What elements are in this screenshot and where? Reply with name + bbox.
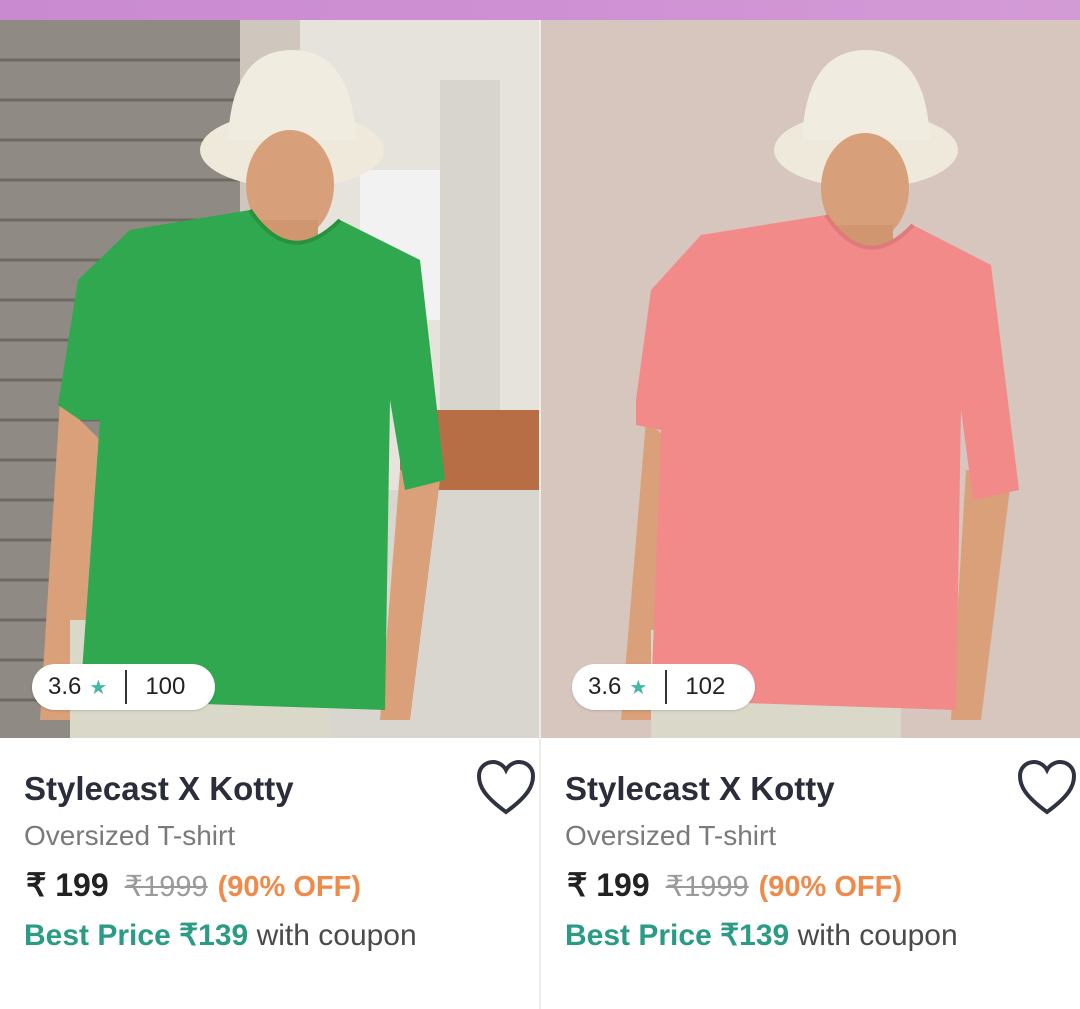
star-icon: ★ (89, 676, 108, 699)
heart-outline-icon[interactable] (476, 760, 536, 816)
best-price-row: Best Price ₹139 with coupon (24, 918, 417, 953)
best-price-row: Best Price ₹139 with coupon (565, 918, 958, 953)
rating-value: 3.6 (588, 673, 622, 700)
product-photo-pink (541, 20, 1080, 738)
product-photo-green (0, 20, 539, 738)
rating-badge: 3.6 ★ 100 (32, 664, 215, 710)
current-price: ₹ 199 (26, 867, 109, 903)
product-brand[interactable]: Stylecast X Kotty (565, 770, 835, 808)
discount-percent: (90% OFF) (217, 871, 362, 903)
star-icon: ★ (629, 676, 648, 699)
best-price-tail: with coupon (789, 919, 958, 952)
best-price-label: Best Price ₹139 (565, 919, 790, 952)
original-price: ₹1999 (124, 871, 208, 903)
price-row: ₹ 199 ₹1999 (90% OFF) (567, 866, 902, 904)
top-accent-bar (0, 0, 1080, 20)
rating-count: 102 (685, 673, 726, 700)
heart-outline-icon[interactable] (1017, 760, 1077, 816)
price-row: ₹ 199 ₹1999 (90% OFF) (26, 866, 361, 904)
product-image[interactable] (0, 20, 539, 738)
product-card[interactable]: 3.6 ★ 102 Stylecast X Kotty Oversized T-… (541, 20, 1080, 1009)
product-card[interactable]: 3.6 ★ 100 Stylecast X Kotty Oversized T-… (0, 20, 539, 1009)
product-subtitle: Oversized T-shirt (24, 820, 236, 851)
rating-separator (665, 670, 668, 704)
best-price-label: Best Price ₹139 (24, 919, 249, 952)
product-image[interactable] (541, 20, 1080, 738)
current-price: ₹ 199 (567, 867, 650, 903)
card-divider (539, 20, 541, 1009)
original-price: ₹1999 (665, 871, 749, 903)
product-subtitle: Oversized T-shirt (565, 820, 777, 851)
best-price-tail: with coupon (248, 919, 417, 952)
rating-badge: 3.6 ★ 102 (572, 664, 755, 710)
rating-separator (125, 670, 128, 704)
rating-value: 3.6 (48, 673, 82, 700)
product-brand[interactable]: Stylecast X Kotty (24, 770, 294, 808)
rating-count: 100 (145, 673, 186, 700)
discount-percent: (90% OFF) (758, 871, 903, 903)
